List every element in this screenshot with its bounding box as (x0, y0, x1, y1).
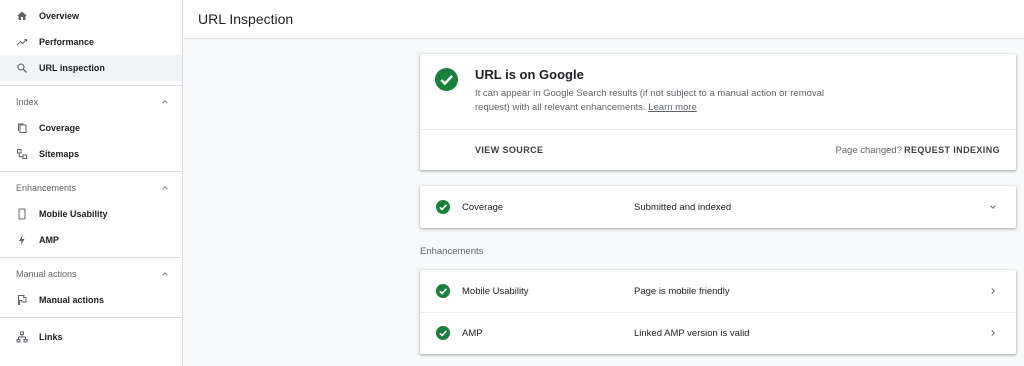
section-header-index[interactable]: Index (0, 89, 182, 115)
topbar: URL Inspection (184, 0, 1024, 39)
divider (0, 317, 182, 318)
chevron-up-icon (160, 97, 170, 107)
row-value: Submitted and indexed (634, 201, 732, 213)
sidebar-item-links[interactable]: Links (0, 324, 182, 350)
status-summary: URL is on Google It can appear in Google… (420, 54, 1016, 130)
sidebar-item-coverage[interactable]: Coverage (0, 115, 182, 141)
status-description: It can appear in Google Search results (… (475, 87, 860, 115)
section-label: Manual actions (16, 269, 77, 279)
enhancement-row-mobile-usability[interactable]: Mobile Usability Page is mobile friendly (420, 270, 1016, 312)
phone-icon (16, 208, 28, 220)
sidebar-item-url-inspection[interactable]: URL inspection (0, 55, 182, 81)
divider (0, 171, 182, 172)
enhancement-row-amp[interactable]: AMP Linked AMP version is valid (420, 312, 1016, 354)
section-header-enhancements[interactable]: Enhancements (0, 175, 182, 201)
chevron-right-icon[interactable] (988, 328, 998, 338)
row-value: Page is mobile friendly (634, 285, 730, 297)
sidebar-item-label: Sitemaps (39, 149, 80, 159)
links-icon (16, 331, 28, 343)
row-label: Mobile Usability (462, 285, 529, 297)
flag-icon (16, 294, 28, 306)
sidebar-item-overview[interactable]: Overview (0, 3, 182, 29)
request-indexing-button[interactable]: REQUEST INDEXING (904, 145, 1000, 155)
home-icon (16, 10, 28, 22)
chevron-right-icon[interactable] (988, 286, 998, 296)
coverage-row[interactable]: Coverage Submitted and indexed (420, 186, 1016, 228)
section-label: Enhancements (16, 183, 77, 193)
sidebar-item-performance[interactable]: Performance (0, 29, 182, 55)
bolt-icon (16, 234, 28, 246)
sidebar-item-mobile-usability[interactable]: Mobile Usability (0, 201, 182, 227)
check-circle-icon (435, 68, 458, 91)
divider (0, 257, 182, 258)
sitemap-icon (16, 148, 28, 160)
status-card: URL is on Google It can appear in Google… (420, 54, 1016, 170)
sidebar-item-label: Mobile Usability (39, 209, 108, 219)
sidebar-item-label: Manual actions (39, 295, 105, 305)
page-changed-label: Page changed? (835, 145, 902, 156)
chevron-down-icon[interactable] (988, 202, 998, 212)
sidebar-item-label: Overview (39, 11, 80, 21)
sidebar-item-label: Performance (39, 37, 95, 47)
divider (0, 85, 182, 86)
chevron-up-icon (160, 269, 170, 279)
row-label: Coverage (462, 201, 504, 213)
sidebar-item-label: Links (39, 332, 63, 342)
enhancements-card: Mobile Usability Page is mobile friendly… (420, 270, 1016, 354)
sidebar-item-label: Coverage (39, 123, 81, 133)
sidebar-item-sitemaps[interactable]: Sitemaps (0, 141, 182, 167)
row-value: Linked AMP version is valid (634, 327, 750, 339)
view-source-button[interactable]: VIEW SOURCE (475, 145, 543, 155)
check-circle-icon (436, 200, 450, 214)
sidebar-item-amp[interactable]: AMP (0, 227, 182, 253)
chevron-up-icon (160, 183, 170, 193)
status-title: URL is on Google (475, 67, 584, 82)
row-label: AMP (462, 327, 483, 339)
sidebar: Overview Performance URL inspection Inde… (0, 0, 183, 366)
check-circle-icon (436, 284, 450, 298)
trending-icon (16, 36, 28, 48)
section-header-manual-actions[interactable]: Manual actions (0, 261, 182, 287)
sidebar-item-label: URL inspection (39, 63, 105, 73)
sidebar-item-manual-actions[interactable]: Manual actions (0, 287, 182, 313)
coverage-card: Coverage Submitted and indexed (420, 186, 1016, 228)
copy-icon (16, 122, 28, 134)
sidebar-item-label: AMP (39, 235, 59, 245)
page-title: URL Inspection (198, 11, 294, 27)
check-circle-icon (436, 326, 450, 340)
search-icon (16, 62, 28, 74)
section-label: Index (16, 97, 39, 107)
enhancements-heading: Enhancements (420, 246, 484, 257)
learn-more-link[interactable]: Learn more (648, 102, 697, 113)
